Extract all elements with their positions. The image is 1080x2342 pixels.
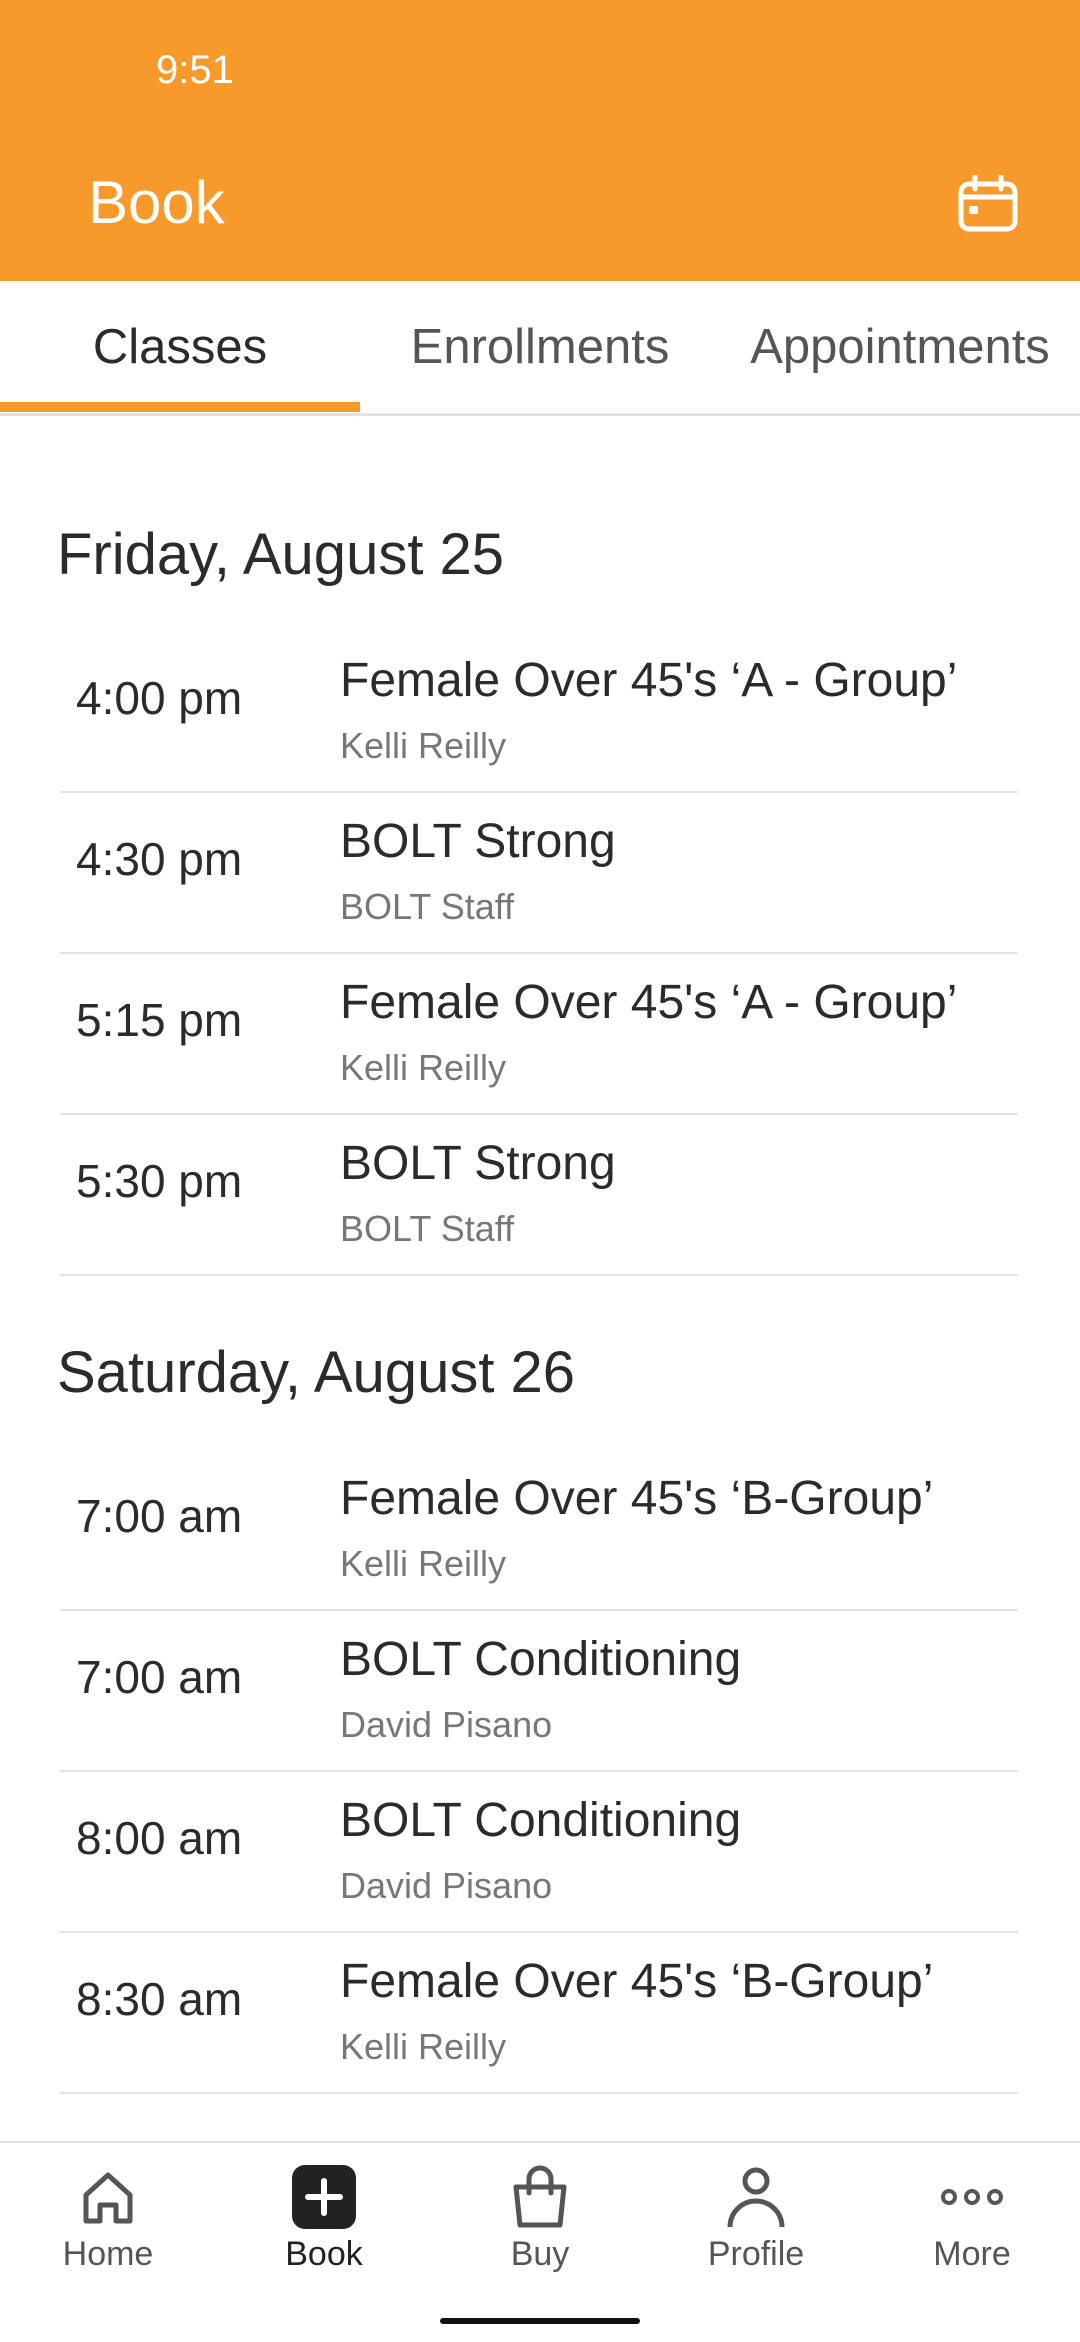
- nav-home-label: Home: [62, 2235, 154, 2273]
- home-icon: [76, 2165, 140, 2229]
- class-instructor: Kelli Reilly: [340, 2026, 507, 2067]
- class-instructor: BOLT Staff: [340, 886, 515, 927]
- tab-classes[interactable]: Classes: [0, 281, 360, 413]
- class-name: Female Over 45's ‘B-Group’: [340, 1472, 934, 1525]
- class-name: Female Over 45's ‘B-Group’: [340, 1955, 934, 2008]
- class-time: 4:00 pm: [76, 672, 243, 724]
- class-name: BOLT Conditioning: [340, 1794, 742, 1847]
- date-heading: Friday, August 25: [57, 522, 505, 587]
- class-instructor: Kelli Reilly: [340, 725, 507, 766]
- class-name: BOLT Strong: [340, 1137, 616, 1190]
- active-tab-indicator: [0, 402, 360, 412]
- class-row[interactable]: 4:30 pm BOLT Strong BOLT Staff: [60, 792, 1018, 954]
- class-instructor: David Pisano: [340, 1704, 553, 1745]
- class-row[interactable]: 5:30 pm BOLT Strong BOLT Staff: [60, 1114, 1018, 1276]
- home-indicator: [440, 2318, 640, 2324]
- nav-buy[interactable]: Buy: [432, 2143, 648, 2293]
- profile-icon: [724, 2165, 788, 2229]
- class-row[interactable]: 8:00 am BOLT Conditioning David Pisano: [60, 1771, 1018, 1933]
- class-instructor: Kelli Reilly: [340, 1543, 507, 1584]
- app-header: 9:51 Book: [0, 0, 1080, 281]
- class-instructor: BOLT Staff: [340, 1208, 515, 1249]
- class-time: 8:00 am: [76, 1812, 243, 1864]
- book-plus-icon: [292, 2165, 356, 2229]
- calendar-button[interactable]: [950, 170, 1026, 238]
- more-dots-icon: [940, 2165, 1004, 2229]
- class-time: 4:30 pm: [76, 833, 243, 885]
- nav-book[interactable]: Book: [216, 2143, 432, 2293]
- nav-profile-label: Profile: [707, 2235, 805, 2273]
- calendar-icon: [958, 175, 1018, 232]
- class-row[interactable]: 4:00 pm Female Over 45's ‘A - Group’ Kel…: [60, 631, 1018, 793]
- class-row[interactable]: 7:00 am BOLT Conditioning David Pisano: [60, 1610, 1018, 1772]
- class-schedule-list[interactable]: Friday, August 25 4:00 pm Female Over 45…: [0, 413, 1080, 2141]
- nav-profile[interactable]: Profile: [648, 2143, 864, 2293]
- class-row[interactable]: 5:15 pm Female Over 45's ‘A - Group’ Kel…: [60, 953, 1018, 1115]
- tab-bar: Classes Enrollments Appointments: [0, 281, 1080, 416]
- page-title: Book: [88, 169, 225, 236]
- status-bar-time: 9:51: [156, 48, 234, 92]
- tab-enrollments[interactable]: Enrollments: [360, 281, 720, 413]
- class-row[interactable]: 8:30 am Female Over 45's ‘B-Group’ Kelli…: [60, 1932, 1018, 2094]
- nav-more-label: More: [933, 2235, 1011, 2273]
- class-row[interactable]: 7:00 am Female Over 45's ‘B-Group’ Kelli…: [60, 1449, 1018, 1611]
- date-heading: Saturday, August 26: [57, 1340, 576, 1405]
- bottom-navigation: Home Book Buy Profile More: [0, 2141, 1080, 2342]
- tab-appointments[interactable]: Appointments: [720, 281, 1080, 413]
- class-time: 5:15 pm: [76, 994, 243, 1046]
- class-time: 8:30 am: [76, 1973, 243, 2025]
- class-instructor: David Pisano: [340, 1865, 553, 1906]
- nav-home[interactable]: Home: [0, 2143, 216, 2293]
- shopping-bag-icon: [508, 2165, 572, 2229]
- nav-book-label: Book: [285, 2235, 363, 2273]
- class-time: 7:00 am: [76, 1490, 243, 1542]
- class-instructor: Kelli Reilly: [340, 1047, 507, 1088]
- class-name: BOLT Strong: [340, 815, 616, 868]
- nav-buy-label: Buy: [510, 2235, 570, 2273]
- class-time: 5:30 pm: [76, 1155, 243, 1207]
- class-name: BOLT Conditioning: [340, 1633, 742, 1686]
- class-name: Female Over 45's ‘A - Group’: [340, 976, 958, 1029]
- nav-more[interactable]: More: [864, 2143, 1080, 2293]
- class-name: Female Over 45's ‘A - Group’: [340, 654, 958, 707]
- class-time: 7:00 am: [76, 1651, 243, 1703]
